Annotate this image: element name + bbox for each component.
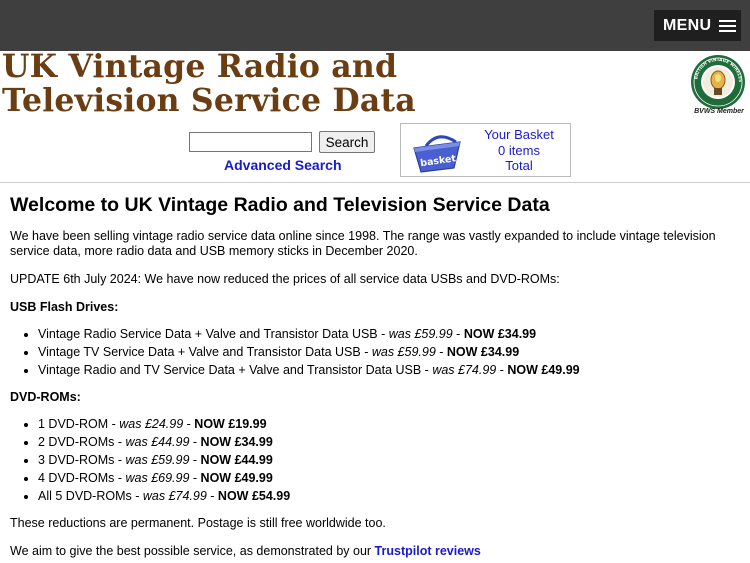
permanent-paragraph: These reductions are permanent. Postage … (10, 516, 386, 530)
search-button[interactable]: Search (319, 131, 375, 153)
site-title-line-1: UK Vintage Radio and (2, 48, 398, 85)
trustpilot-link[interactable]: Trustpilot reviews (375, 544, 481, 558)
search-input[interactable] (189, 132, 312, 152)
header-divider (0, 182, 750, 183)
shopping-basket-icon: basket (413, 135, 461, 173)
list-item: 2 DVD-ROMs - was £44.99 - NOW £34.99 (38, 435, 745, 450)
list-item: 3 DVD-ROMs - was £59.99 - NOW £44.99 (38, 453, 745, 468)
service-paragraph: We aim to give the best possible service… (10, 544, 481, 558)
dvd-list: 1 DVD-ROM - was £24.99 - NOW £19.99 2 DV… (38, 417, 745, 504)
update-paragraph: UPDATE 6th July 2024: We have now reduce… (10, 272, 560, 286)
list-item: Vintage Radio Service Data + Valve and T… (38, 327, 745, 342)
basket-summary: Your Basket 0 items Total (469, 127, 569, 174)
top-bar: MENU (0, 0, 750, 51)
advanced-search-link[interactable]: Advanced Search (224, 157, 342, 173)
intro-paragraph: We have been selling vintage radio servi… (10, 229, 716, 258)
list-item: All 5 DVD-ROMs - was £74.99 - NOW £54.99 (38, 489, 745, 504)
menu-button[interactable]: MENU (654, 10, 741, 41)
main-content: Welcome to UK Vintage Radio and Televisi… (10, 193, 745, 563)
list-item: 4 DVD-ROMs - was £69.99 - NOW £49.99 (38, 471, 745, 486)
usb-heading: USB Flash Drives: (10, 300, 119, 314)
list-item: Vintage TV Service Data + Valve and Tran… (38, 345, 745, 360)
site-title-line-2: Television Service Data (2, 82, 416, 119)
basket-panel[interactable]: basket Your Basket 0 items Total (400, 123, 571, 177)
basket-items: 0 items (498, 142, 540, 158)
site-title[interactable]: UK Vintage Radio and Television Service … (2, 50, 462, 118)
list-item: 1 DVD-ROM - was £24.99 - NOW £19.99 (38, 417, 745, 432)
menu-label: MENU (663, 16, 712, 34)
bvws-caption: BVWS Member (694, 108, 744, 115)
dvd-heading: DVD-ROMs: (10, 390, 81, 404)
list-item: Vintage Radio and TV Service Data + Valv… (38, 363, 745, 378)
page-heading: Welcome to UK Vintage Radio and Televisi… (10, 194, 550, 216)
basket-title: Your Basket (484, 127, 554, 142)
hamburger-icon (719, 19, 737, 32)
basket-total: Total (505, 158, 533, 173)
usb-list: Vintage Radio Service Data + Valve and T… (38, 327, 745, 378)
